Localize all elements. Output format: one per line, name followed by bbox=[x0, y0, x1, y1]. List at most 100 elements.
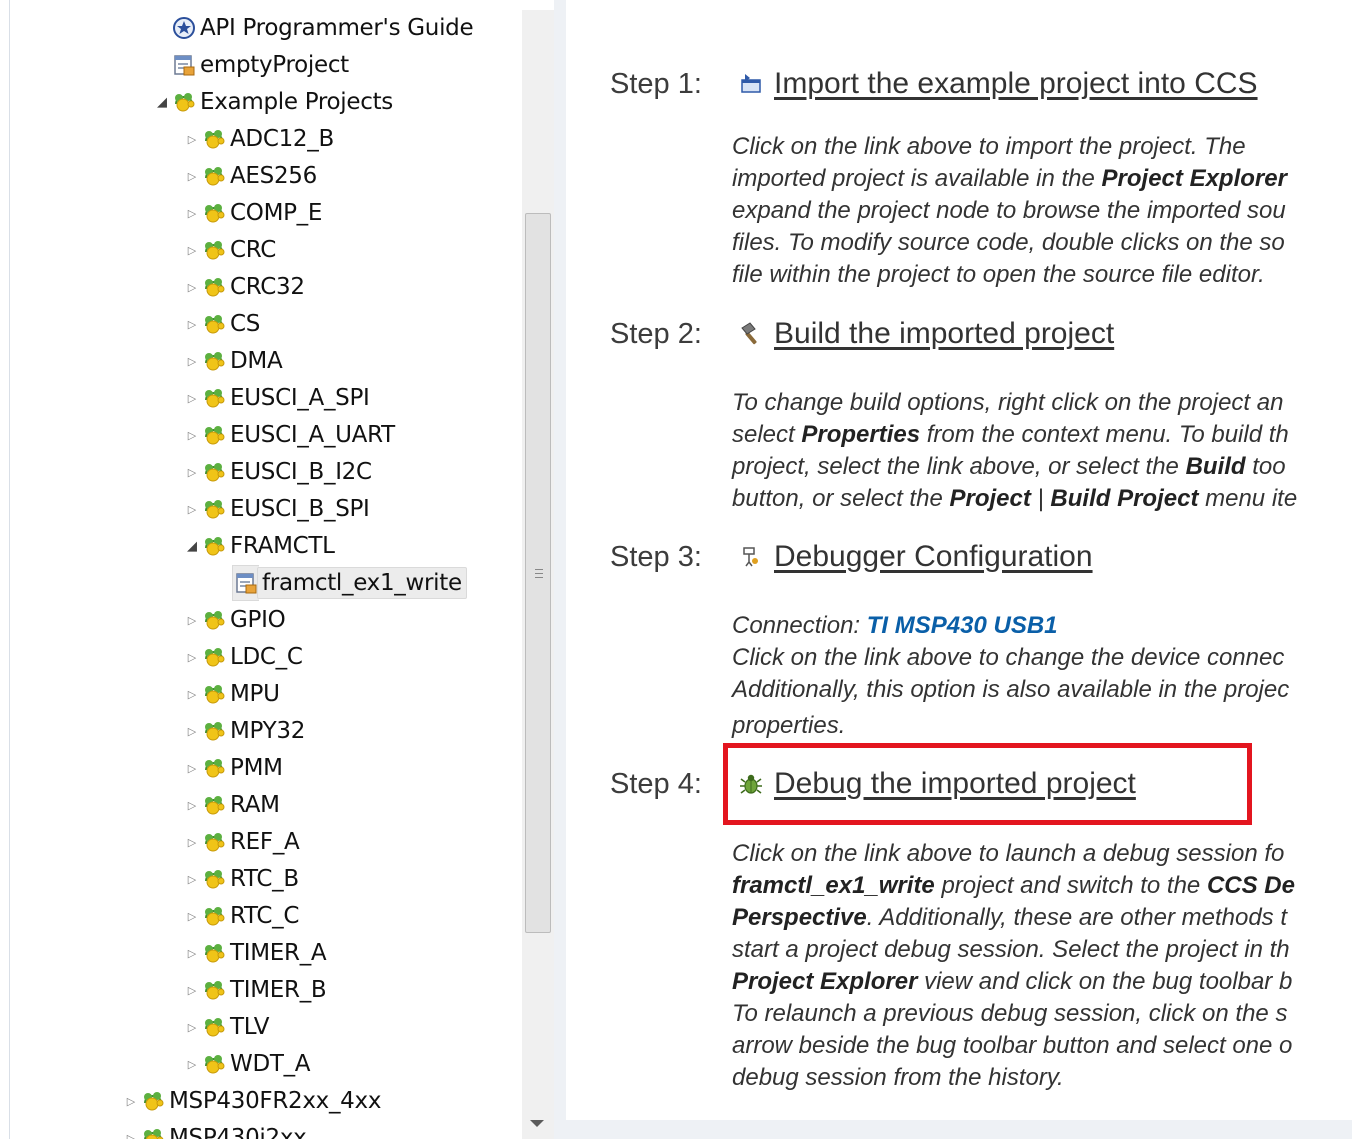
description-line: Project Explorer view and click on the b… bbox=[732, 968, 1293, 995]
description-line: arrow beside the bug toolbar button and … bbox=[732, 1032, 1293, 1059]
tree-item-label: GPIO bbox=[230, 607, 286, 633]
tree-item-ldc-c[interactable]: ▷ LDC_C bbox=[183, 639, 303, 675]
tree-item-rtc-b[interactable]: ▷ RTC_B bbox=[183, 861, 299, 897]
tree-item-pmm[interactable]: ▷ PMM bbox=[183, 750, 283, 786]
tree-item-timer-b[interactable]: ▷ TIMER_B bbox=[183, 972, 327, 1008]
step-1-link[interactable]: Import the example project into CCS bbox=[736, 67, 1258, 101]
collapsed-arrow-icon[interactable]: ▷ bbox=[183, 898, 201, 934]
tree-item-msp430fr2xx-4xx[interactable]: ▷ MSP430FR2xx_4xx bbox=[122, 1083, 382, 1119]
collapsed-arrow-icon[interactable]: ▷ bbox=[183, 269, 201, 305]
debug-config-icon bbox=[736, 542, 766, 572]
collapsed-arrow-icon[interactable]: ▷ bbox=[183, 935, 201, 971]
example-folder-icon bbox=[201, 972, 227, 1008]
tree-item-adc12-b[interactable]: ▷ ADC12_B bbox=[183, 121, 334, 157]
collapsed-arrow-icon[interactable]: ▷ bbox=[183, 750, 201, 786]
no-twisty-spacer bbox=[153, 47, 171, 83]
collapsed-arrow-icon[interactable]: ▷ bbox=[183, 380, 201, 416]
collapsed-arrow-icon[interactable]: ▷ bbox=[122, 1120, 140, 1139]
scrollbar-thumb[interactable] bbox=[525, 213, 551, 933]
tree-item-mpy32[interactable]: ▷ MPY32 bbox=[183, 713, 306, 749]
tree-item-label: AES256 bbox=[230, 163, 317, 189]
collapsed-arrow-icon[interactable]: ▷ bbox=[183, 787, 201, 823]
tree-item-eusci-b-i2c[interactable]: ▷ EUSCI_B_I2C bbox=[183, 454, 372, 490]
tree-scrollbar[interactable] bbox=[522, 10, 554, 1139]
tree-item-eusci-a-uart[interactable]: ▷ EUSCI_A_UART bbox=[183, 417, 395, 453]
step-2-link-text[interactable]: Build the imported project bbox=[774, 317, 1114, 351]
tree-item-gpio[interactable]: ▷ GPIO bbox=[183, 602, 286, 638]
step-3-link-text[interactable]: Debugger Configuration bbox=[774, 540, 1093, 574]
tree-item-aes256[interactable]: ▷ AES256 bbox=[183, 158, 318, 194]
tree-item-crc32[interactable]: ▷ CRC32 bbox=[183, 269, 305, 305]
collapsed-arrow-icon[interactable]: ▷ bbox=[183, 454, 201, 490]
tree-item-dma[interactable]: ▷ DMA bbox=[183, 343, 283, 379]
tree-item-label: CRC32 bbox=[230, 274, 305, 300]
tree-item-label: WDT_A bbox=[230, 1051, 311, 1077]
tree-item-eusci-a-spi[interactable]: ▷ EUSCI_A_SPI bbox=[183, 380, 370, 416]
scroll-down-arrow-icon[interactable] bbox=[530, 1120, 544, 1127]
tree-item-rtc-c[interactable]: ▷ RTC_C bbox=[183, 898, 300, 934]
collapsed-arrow-icon[interactable]: ▷ bbox=[183, 306, 201, 342]
tree-item-label: RTC_C bbox=[230, 903, 300, 929]
description-line: framctl_ex1_write project and switch to … bbox=[732, 872, 1295, 899]
collapsed-arrow-icon[interactable]: ▷ bbox=[183, 158, 201, 194]
example-folder-icon bbox=[201, 1046, 227, 1082]
example-folder-icon bbox=[201, 380, 227, 416]
collapsed-arrow-icon[interactable]: ▷ bbox=[183, 232, 201, 268]
tree-item-emptyproject[interactable]: emptyProject bbox=[153, 47, 349, 83]
collapsed-arrow-icon[interactable]: ▷ bbox=[183, 824, 201, 860]
collapsed-arrow-icon[interactable]: ▷ bbox=[183, 1009, 201, 1045]
tree-item-ram[interactable]: ▷ RAM bbox=[183, 787, 280, 823]
collapsed-arrow-icon[interactable]: ▷ bbox=[183, 639, 201, 675]
collapsed-arrow-icon[interactable]: ▷ bbox=[183, 602, 201, 638]
tree-item-api-programmer-s-guide[interactable]: API Programmer's Guide bbox=[153, 10, 474, 46]
tree-item-label: TIMER_A bbox=[230, 940, 327, 966]
description-line: start a project debug session. Select th… bbox=[732, 936, 1290, 963]
tree-item-example-projects[interactable]: ◢ Example Projects bbox=[153, 84, 393, 120]
step-2-link[interactable]: Build the imported project bbox=[736, 317, 1114, 351]
tree-item-label: DMA bbox=[230, 348, 283, 374]
tree-item-label: MSP430i2xx bbox=[169, 1125, 307, 1139]
collapsed-arrow-icon[interactable]: ▷ bbox=[183, 713, 201, 749]
tree-item-label: COMP_E bbox=[230, 200, 323, 226]
expanded-arrow-icon[interactable]: ◢ bbox=[153, 84, 171, 120]
example-folder-icon bbox=[201, 158, 227, 194]
tree-item-ref-a[interactable]: ▷ REF_A bbox=[183, 824, 300, 860]
collapsed-arrow-icon[interactable]: ▷ bbox=[122, 1083, 140, 1119]
step-1-link-text[interactable]: Import the example project into CCS bbox=[774, 67, 1258, 101]
guide-icon bbox=[171, 10, 197, 46]
tree-item-crc[interactable]: ▷ CRC bbox=[183, 232, 277, 268]
example-folder-icon bbox=[201, 232, 227, 268]
tree-item-comp-e[interactable]: ▷ COMP_E bbox=[183, 195, 323, 231]
tree-item-label: CRC bbox=[230, 237, 277, 263]
expanded-arrow-icon[interactable]: ◢ bbox=[183, 528, 201, 564]
collapsed-arrow-icon[interactable]: ▷ bbox=[183, 417, 201, 453]
tree-item-framctl-ex1-write[interactable]: framctl_ex1_write bbox=[214, 565, 467, 601]
collapsed-arrow-icon[interactable]: ▷ bbox=[183, 491, 201, 527]
no-twisty-spacer bbox=[153, 10, 171, 46]
tree-item-framctl[interactable]: ◢ FRAMCTL bbox=[183, 528, 335, 564]
collapsed-arrow-icon[interactable]: ▷ bbox=[183, 343, 201, 379]
collapsed-arrow-icon[interactable]: ▷ bbox=[183, 121, 201, 157]
collapsed-arrow-icon[interactable]: ▷ bbox=[183, 861, 201, 897]
tree-item-cs[interactable]: ▷ CS bbox=[183, 306, 261, 342]
panel-divider[interactable] bbox=[554, 0, 566, 1139]
step-3-label: Step 3: bbox=[610, 541, 702, 573]
tree-item-wdt-a[interactable]: ▷ WDT_A bbox=[183, 1046, 311, 1082]
example-readme-panel: - - Step 1: Import the example project in… bbox=[566, 0, 1352, 1139]
collapsed-arrow-icon[interactable]: ▷ bbox=[183, 195, 201, 231]
project-file-icon bbox=[171, 47, 197, 83]
tree-item-eusci-b-spi[interactable]: ▷ EUSCI_B_SPI bbox=[183, 491, 370, 527]
collapsed-arrow-icon[interactable]: ▷ bbox=[183, 1046, 201, 1082]
tree-item-mpu[interactable]: ▷ MPU bbox=[183, 676, 280, 712]
tree-item-timer-a[interactable]: ▷ TIMER_A bbox=[183, 935, 327, 971]
tree-item-tlv[interactable]: ▷ TLV bbox=[183, 1009, 270, 1045]
step-3-link[interactable]: Debugger Configuration bbox=[736, 540, 1093, 574]
description-line: button, or select the Project | Build Pr… bbox=[732, 485, 1298, 512]
bottom-edge-bar bbox=[566, 1120, 1352, 1139]
collapsed-arrow-icon[interactable]: ▷ bbox=[183, 972, 201, 1008]
step-4-description: Click on the link above to launch a debu… bbox=[732, 838, 1352, 1094]
tree-item-msp430i2xx[interactable]: ▷ MSP430i2xx bbox=[122, 1120, 307, 1139]
connection-link[interactable]: TI MSP430 USB1 bbox=[867, 612, 1058, 639]
collapsed-arrow-icon[interactable]: ▷ bbox=[183, 676, 201, 712]
example-folder-icon bbox=[201, 676, 227, 712]
